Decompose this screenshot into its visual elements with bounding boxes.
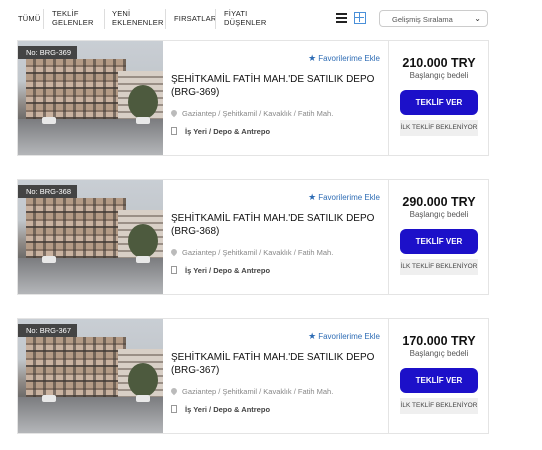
- building-icon: [171, 127, 177, 135]
- grid-view-icon[interactable]: [354, 12, 366, 24]
- divider: [215, 9, 216, 29]
- tab-opportunities-label: FIRSATLAR: [174, 14, 217, 23]
- add-favorite-button[interactable]: ★ Favorilerime Ekle: [308, 331, 380, 342]
- building-icon: [171, 405, 177, 413]
- listing-category: İş Yeri / Depo & Antrepo: [171, 127, 270, 136]
- listing-photo[interactable]: No: BRG-367: [18, 319, 163, 433]
- listing-title[interactable]: ŞEHİTKAMİL FATİH MAH.'DE SATILIK DEPO (B…: [171, 73, 381, 99]
- add-favorite-button[interactable]: ★ Favorilerime Ekle: [308, 53, 380, 64]
- listing-location: Gaziantep / Şehitkamil / Kavaklık / Fati…: [169, 386, 334, 396]
- price-label: Başlangıç bedeli: [409, 71, 469, 80]
- tab-opportunities[interactable]: FIRSATLAR: [174, 14, 217, 23]
- tab-label-line2: GELENLER: [52, 18, 94, 27]
- category-text: İş Yeri / Depo & Antrepo: [185, 127, 271, 136]
- tab-label-line2: DÜŞENLER: [224, 18, 267, 27]
- star-icon: ★: [308, 53, 317, 63]
- divider: [43, 9, 44, 29]
- chevron-down-icon: ⌄: [474, 14, 481, 23]
- listing-number-badge: No: BRG-369: [18, 46, 78, 59]
- listing-category: İş Yeri / Depo & Antrepo: [171, 405, 270, 414]
- favorite-label: Favorilerime Ekle: [318, 54, 380, 63]
- category-text: İş Yeri / Depo & Antrepo: [185, 405, 271, 414]
- location-pin-icon: [169, 386, 179, 396]
- list-view-icon[interactable]: [336, 13, 347, 23]
- make-offer-button[interactable]: TEKLİF VER: [400, 90, 478, 115]
- tab-label-line2: EKLENENLER: [112, 18, 164, 27]
- divider: [104, 9, 105, 29]
- star-icon: ★: [308, 331, 317, 341]
- divider: [165, 9, 166, 29]
- make-offer-button[interactable]: TEKLİF VER: [400, 368, 478, 393]
- star-icon: ★: [308, 192, 317, 202]
- offer-status: İLK TEKLİF BEKLENİYOR: [400, 120, 478, 136]
- listing-location: Gaziantep / Şehitkamil / Kavaklık / Fati…: [169, 247, 334, 257]
- location-pin-icon: [169, 247, 179, 257]
- listing-category: İş Yeri / Depo & Antrepo: [171, 266, 270, 275]
- tab-all[interactable]: TÜMÜ: [18, 14, 40, 23]
- tab-label-line1: TEKLİF: [52, 9, 79, 18]
- listing-card[interactable]: No: BRG-369 ★ Favorilerime Ekle ŞEHİTKAMİ…: [17, 40, 489, 156]
- building-icon: [171, 266, 177, 274]
- location-text: Gaziantep / Şehitkamil / Kavaklık / Fati…: [182, 109, 334, 118]
- offer-status: İLK TEKLİF BEKLENİYOR: [400, 398, 478, 414]
- price-panel: 290.000 TRY Başlangıç bedeli TEKLİF VER …: [388, 180, 488, 294]
- add-favorite-button[interactable]: ★ Favorilerime Ekle: [308, 192, 380, 203]
- listing-card[interactable]: No: BRG-367 ★ Favorilerime Ekle ŞEHİTKAMİ…: [17, 318, 489, 434]
- sort-select-value: Gelişmiş Sıralama: [392, 15, 453, 24]
- price-panel: 170.000 TRY Başlangıç bedeli TEKLİF VER …: [388, 319, 488, 433]
- listing-photo[interactable]: No: BRG-368: [18, 180, 163, 294]
- favorite-label: Favorilerime Ekle: [318, 332, 380, 341]
- listing-number-badge: No: BRG-367: [18, 324, 78, 337]
- price-label: Başlangıç bedeli: [409, 210, 469, 219]
- tab-all-label: TÜMÜ: [18, 14, 41, 23]
- listing-number-badge: No: BRG-368: [18, 185, 78, 198]
- location-text: Gaziantep / Şehitkamil / Kavaklık / Fati…: [182, 387, 334, 396]
- listing-price: 210.000 TRY: [402, 56, 476, 70]
- listing-title[interactable]: ŞEHİTKAMİL FATİH MAH.'DE SATILIK DEPO (B…: [171, 351, 381, 377]
- location-text: Gaziantep / Şehitkamil / Kavaklık / Fati…: [182, 248, 334, 257]
- favorite-label: Favorilerime Ekle: [318, 193, 380, 202]
- listing-price: 170.000 TRY: [402, 334, 476, 348]
- category-text: İş Yeri / Depo & Antrepo: [185, 266, 271, 275]
- listing-info: ★ Favorilerime Ekle ŞEHİTKAMİL FATİH MAH.…: [163, 319, 388, 433]
- listing-info: ★ Favorilerime Ekle ŞEHİTKAMİL FATİH MAH.…: [163, 41, 388, 155]
- tab-label-line1: YENİ: [112, 9, 131, 18]
- offer-status: İLK TEKLİF BEKLENİYOR: [400, 259, 478, 275]
- listing-location: Gaziantep / Şehitkamil / Kavaklık / Fati…: [169, 108, 334, 118]
- price-label: Başlangıç bedeli: [409, 349, 469, 358]
- tab-price-dropped[interactable]: FİYATI DÜŞENLER: [224, 9, 266, 27]
- tab-offers-received[interactable]: TEKLİF GELENLER: [52, 9, 94, 27]
- listing-title[interactable]: ŞEHİTKAMİL FATİH MAH.'DE SATILIK DEPO (B…: [171, 212, 381, 238]
- price-panel: 210.000 TRY Başlangıç bedeli TEKLİF VER …: [388, 41, 488, 155]
- listing-info: ★ Favorilerime Ekle ŞEHİTKAMİL FATİH MAH.…: [163, 180, 388, 294]
- location-pin-icon: [169, 108, 179, 118]
- tab-newly-added[interactable]: YENİ EKLENENLER: [112, 9, 164, 27]
- make-offer-button[interactable]: TEKLİF VER: [400, 229, 478, 254]
- sort-select[interactable]: Gelişmiş Sıralama ⌄: [379, 10, 488, 27]
- listing-price: 290.000 TRY: [402, 195, 476, 209]
- listing-photo[interactable]: No: BRG-369: [18, 41, 163, 155]
- filter-bar: TÜMÜ TEKLİF GELENLER YENİ EKLENENLER FIRSA…: [0, 0, 542, 38]
- listing-card[interactable]: No: BRG-368 ★ Favorilerime Ekle ŞEHİTKAMİ…: [17, 179, 489, 295]
- tab-label-line1: FİYATI: [224, 9, 248, 18]
